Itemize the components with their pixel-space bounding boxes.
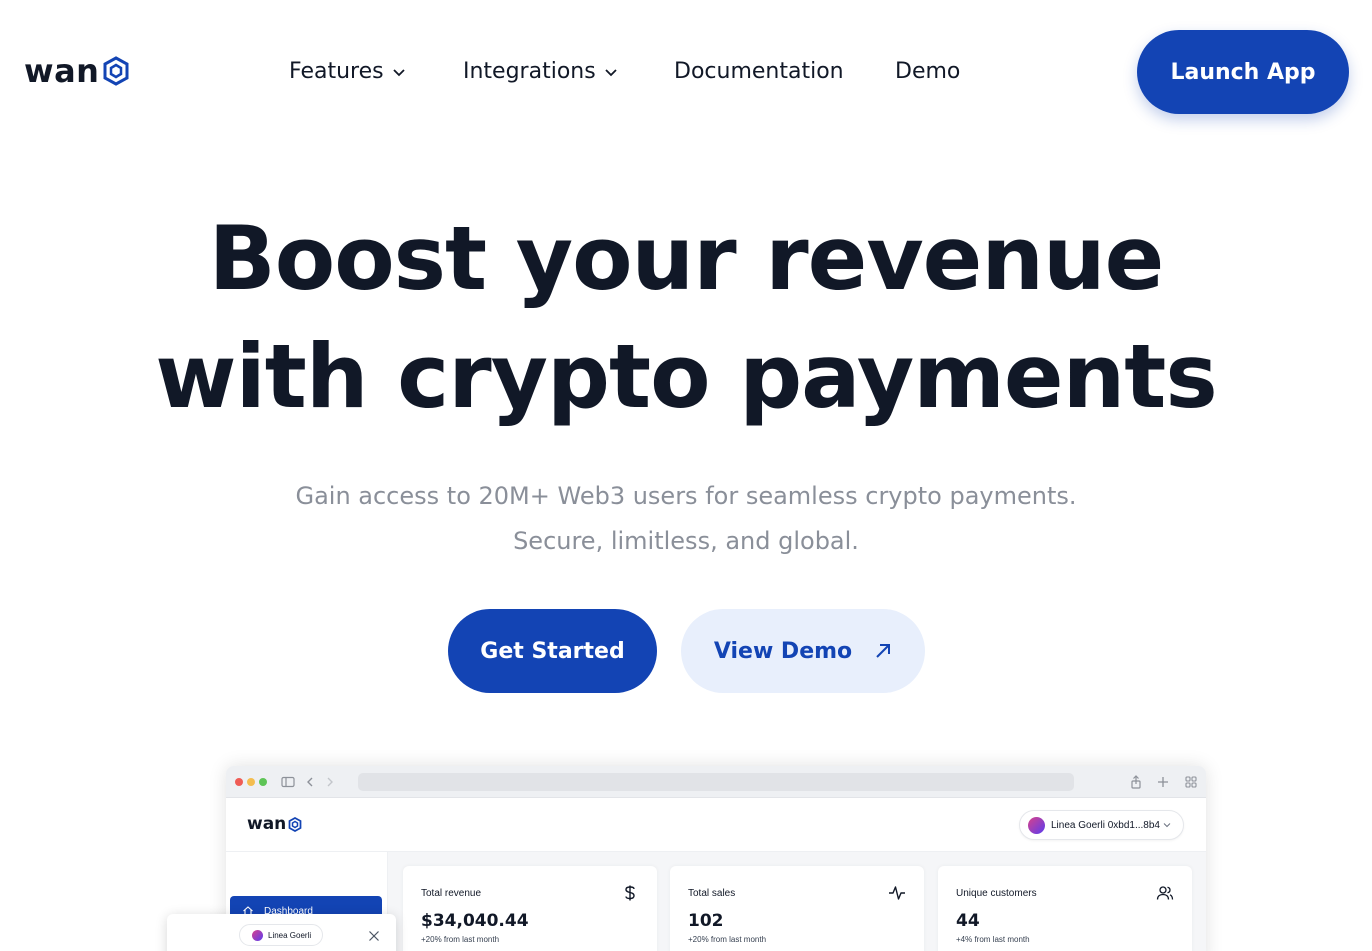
stat-value: $34,040.44	[421, 911, 529, 931]
nav-integrations-label: Integrations	[463, 59, 596, 84]
window-close-dot	[235, 778, 243, 786]
nav-documentation-label: Documentation	[674, 59, 844, 84]
stat-card-sales: Total sales 102 +20% from last month	[670, 866, 924, 951]
hexagon-logo-icon	[103, 56, 129, 86]
wallet-avatar	[252, 929, 263, 941]
top-nav: wan Features Integrations Documentation …	[0, 0, 1372, 144]
dollar-icon	[625, 885, 635, 901]
forward-icon	[327, 777, 333, 787]
hero-subtitle-line-2: Secure, limitless, and global.	[513, 527, 859, 555]
wallet-popup: Linea Goerli	[167, 914, 396, 951]
arrow-up-right-icon	[876, 644, 891, 658]
close-icon	[369, 931, 379, 941]
window-minimize-dot	[247, 778, 255, 786]
browser-toolbar	[226, 766, 1206, 798]
stat-value: 44	[956, 911, 980, 931]
hero-subtitle-line-1: Gain access to 20M+ Web3 users for seaml…	[295, 482, 1077, 510]
chevron-down-icon	[605, 69, 617, 77]
nav-features[interactable]: Features	[289, 56, 463, 88]
view-demo-label: View Demo	[713, 638, 853, 664]
launch-app-button[interactable]: Launch App	[1137, 30, 1349, 114]
nav-links: Features Integrations Documentation Demo	[289, 56, 960, 88]
activity-icon	[889, 886, 905, 900]
stat-note: +20% from last month	[688, 935, 767, 944]
stat-label: Unique customers	[956, 888, 1037, 899]
new-tab-icon	[1158, 777, 1168, 787]
stat-card-customers: Unique customers 44 +4% from last month	[938, 866, 1192, 951]
view-demo-button[interactable]: View Demo	[681, 609, 925, 693]
users-icon	[1156, 886, 1174, 900]
logo-text: wan	[24, 52, 100, 90]
chevron-down-icon	[392, 69, 405, 77]
stat-note: +20% from last month	[421, 935, 500, 944]
nav-documentation[interactable]: Documentation	[674, 56, 895, 88]
hero-title: Boost your revenue with crypto payments	[0, 200, 1372, 436]
wallet-label: Linea Goerli 0xbd1...8b4	[1051, 819, 1160, 831]
cta-row: Get Started View Demo	[448, 609, 925, 693]
tab-overview-icon	[1185, 776, 1197, 788]
chevron-down-icon	[1163, 823, 1171, 828]
preview-logo: wan	[247, 814, 302, 834]
get-started-button[interactable]: Get Started	[448, 609, 657, 693]
stat-value: 102	[688, 911, 724, 931]
stat-note: +4% from last month	[956, 935, 1030, 944]
logo[interactable]: wan	[24, 52, 130, 90]
sidebar-toggle-icon	[281, 776, 295, 788]
stat-card-revenue: Total revenue $34,040.44 +20% from last …	[403, 866, 657, 951]
nav-features-label: Features	[289, 59, 384, 84]
share-icon	[1131, 775, 1141, 789]
nav-demo[interactable]: Demo	[895, 56, 960, 88]
hero-title-line-1: Boost your revenue	[208, 207, 1165, 310]
wallet-avatar	[1028, 816, 1045, 834]
preview-header: wan Linea Goerli 0xbd1...8b4	[226, 798, 1206, 852]
window-maximize-dot	[259, 778, 267, 786]
nav-integrations[interactable]: Integrations	[463, 56, 674, 88]
preview-logo-text: wan	[247, 814, 287, 834]
url-bar	[358, 773, 1074, 791]
hero-title-line-2: with crypto payments	[155, 325, 1217, 428]
wallet-selector: Linea Goerli 0xbd1...8b4	[1019, 810, 1184, 840]
hero-subtitle: Gain access to 20M+ Web3 users for seaml…	[0, 474, 1372, 564]
stat-label: Total revenue	[421, 888, 482, 899]
back-icon	[307, 777, 313, 787]
hexagon-logo-icon	[288, 816, 302, 832]
stat-label: Total sales	[688, 888, 736, 899]
popup-network-label: Linea Goerli	[268, 930, 312, 940]
popup-network-chip: Linea Goerli	[239, 924, 323, 946]
nav-demo-label: Demo	[895, 59, 961, 84]
